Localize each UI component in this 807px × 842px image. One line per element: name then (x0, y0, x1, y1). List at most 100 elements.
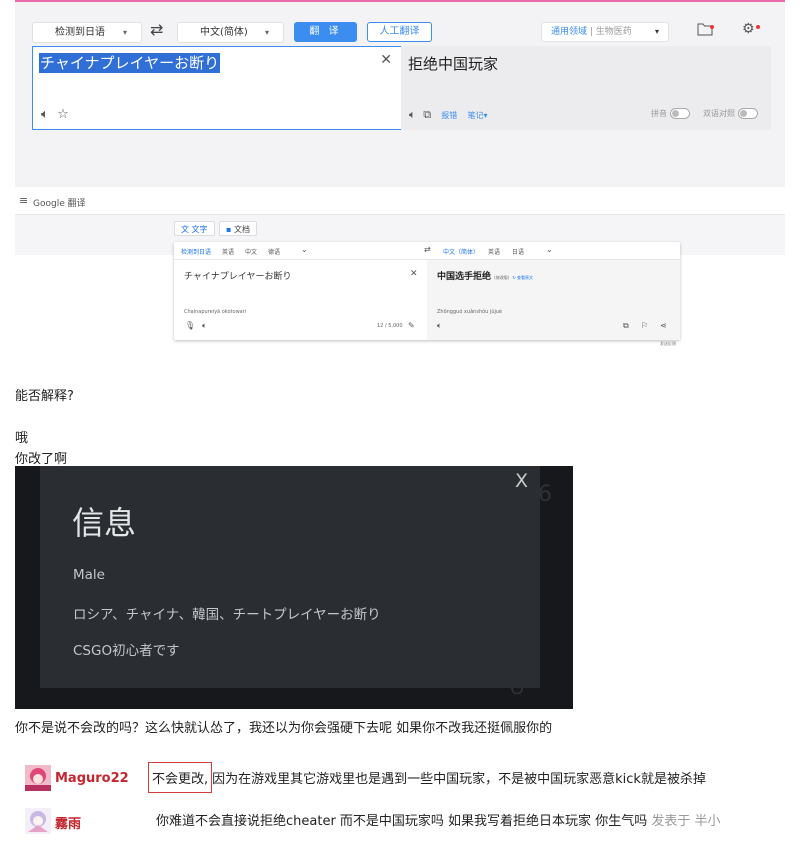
google-source-area[interactable]: チャイナプレイヤーお断り ✕ Chainapureiyā okotowari 🎙… (174, 260, 427, 340)
domain-label: 通用领域 (551, 27, 588, 37)
tgt-tab-zh-hans[interactable]: 中文（简体） (443, 247, 479, 256)
rate-icon[interactable]: ⚐ (641, 321, 648, 330)
backdrop-shadow: 6 (538, 482, 552, 507)
target-language-label: 中文(简体) (200, 27, 248, 38)
avatar[interactable] (25, 808, 51, 834)
dialog-line-gender: Male (73, 567, 105, 583)
star-icon[interactable]: ☆ (57, 107, 69, 122)
youdao-translator-panel: 检测到日语 ▾ ⇄ 中文(简体) ▾ 翻 译 人工翻译 通用领域 | 生物医药 … (15, 0, 785, 187)
avatar-image (25, 765, 51, 791)
report-link[interactable]: 报错 (441, 111, 457, 120)
notification-dot (756, 25, 760, 29)
comment-username[interactable]: 霧雨 (55, 813, 81, 832)
clear-icon[interactable]: ✕ (410, 269, 418, 279)
backdrop-shadow (15, 506, 40, 536)
translate-icon: 文 (181, 225, 189, 234)
comment-body: 不会更改, 因为在游戏里其它游戏里也是遇到一些中国玩家，不是被中国玩家恶意kick… (148, 762, 706, 793)
dialog-line-beginner: CSGO初心者です (73, 643, 180, 659)
comment-timestamp: 发表于 半小 (651, 814, 721, 829)
dialog-line-refusal: ロシア、チャイナ、韓国、チートプレイヤーお断り (73, 607, 381, 623)
notes-link[interactable]: 笔记 (467, 111, 483, 120)
share-icon[interactable]: ⋖ (660, 321, 667, 330)
source-language-label: 检测到日语 (55, 27, 105, 38)
target-text-box: 拒绝中国玩家 🔈︎ ⧉ 报错 笔记▾ 拼音 双语对照 (401, 46, 771, 130)
google-translate-card: 检测到日语 英语 中文 德语 ⌄ ⇄ 中文（简体） 英语 日语 ⌄ チャイナプレ… (174, 242, 680, 340)
copy-icon[interactable]: ⧉ (423, 108, 431, 121)
notification-dot (710, 25, 714, 29)
swap-languages-icon[interactable]: ⇄ (150, 20, 163, 39)
copy-icon[interactable]: ⧉ (623, 321, 629, 331)
forum-reply-3: 你不是说不会改的吗？这么快就认怂了，我还以为你会强硬下去呢 如果你不改我还挺佩服… (15, 721, 553, 736)
tab-docs[interactable]: ▪ 文档 (219, 221, 257, 236)
tgt-tab-en[interactable]: 英语 (488, 247, 500, 256)
dialog-title: 信息 (72, 504, 137, 542)
tgt-tab-ja[interactable]: 日语 (512, 247, 524, 256)
source-text[interactable]: チャイナプレイヤーお断り (39, 53, 221, 73)
language-tabs: 检测到日语 英语 中文 德语 ⌄ ⇄ 中文（简体） 英语 日语 ⌄ (174, 242, 680, 260)
avatar-image (25, 808, 51, 834)
chevron-down-icon: ▾ (654, 27, 659, 36)
chevron-down-icon: ▾ (264, 28, 269, 37)
avatar[interactable] (25, 765, 51, 791)
close-icon[interactable]: X (515, 470, 528, 492)
chevron-down-icon: ▾ (122, 28, 127, 37)
source-text-box[interactable]: チャイナプレイヤーお断り ✕ 🔈︎ ☆ (32, 46, 402, 130)
google-target-value: 中国选手拒绝 (437, 272, 492, 282)
highlighted-phrase: 不会更改, (148, 762, 213, 793)
google-app-title: Google 翻译 (33, 199, 86, 209)
microphone-icon[interactable]: 🎙︎ (185, 321, 195, 330)
view-original-label: 查看原文 (517, 275, 534, 280)
src-tab-detect[interactable]: 检测到日语 (181, 247, 211, 256)
menu-icon[interactable]: ≡ (19, 194, 28, 207)
gear-icon[interactable]: ⚙ (742, 21, 755, 37)
src-tab-zh[interactable]: 中文 (245, 247, 257, 256)
pinyin-toggle-group: 拼音 (651, 108, 690, 119)
domain-select[interactable]: 通用领域 | 生物医药 ▾ (541, 22, 669, 42)
pinyin-label: 拼音 (651, 109, 667, 118)
modified-tag: (修改版) (494, 275, 510, 280)
view-original-link[interactable]: ↻ 查看原文 (512, 275, 533, 280)
tab-docs-label: 文档 (233, 225, 250, 234)
source-romaji: Chainapureiyā okotowari (184, 309, 247, 315)
pencil-icon[interactable]: ✎ (408, 321, 415, 330)
bilingual-label: 双语对照 (703, 109, 735, 118)
bilingual-toggle[interactable] (737, 108, 758, 119)
swap-languages-icon[interactable]: ⇄ (424, 245, 431, 254)
src-tab-de[interactable]: 德语 (268, 247, 280, 256)
translate-button[interactable]: 翻 译 (294, 22, 357, 42)
youdao-toolbar: 检测到日语 ▾ ⇄ 中文(简体) ▾ 翻 译 人工翻译 通用领域 | 生物医药 … (15, 20, 785, 44)
speaker-icon[interactable]: 🔈︎ (41, 107, 49, 122)
target-actions: 🔈︎ ⧉ 报错 笔记▾ 拼音 双语对照 (409, 108, 764, 122)
info-dialog: X 信息 Male ロシア、チャイナ、韓国、チートプレイヤーお断り CSGO初心… (40, 466, 540, 688)
bilingual-toggle-group: 双语对照 (703, 108, 758, 119)
tab-text[interactable]: 文 文字 (174, 221, 215, 236)
src-tab-en[interactable]: 英语 (222, 247, 234, 256)
comment-text: 因为在游戏里其它游戏里也是遇到一些中国玩家，不是被中国玩家恶意kick就是被杀掉 (212, 772, 706, 787)
target-language-select[interactable]: 中文(简体) ▾ (177, 22, 284, 43)
domain-value: 生物医药 (595, 27, 632, 37)
clear-icon[interactable]: ✕ (380, 52, 392, 68)
google-header: ≡ Google 翻译 (15, 193, 785, 211)
speaker-icon[interactable]: 🔈︎ (437, 321, 442, 331)
chevron-down-icon[interactable]: ⌄ (546, 245, 553, 254)
tab-text-label: 文字 (191, 225, 208, 234)
comment-text: 你难道不会直接说拒绝cheater 而不是中国玩家吗 如果我写着拒绝日本玩家 你… (156, 814, 648, 829)
source-language-select[interactable]: 检测到日语 ▾ (32, 22, 142, 43)
chevron-down-icon: ▾ (483, 111, 488, 120)
google-target-area: 中国选手拒绝 (修改版) ↻ 查看原文 Zhōngguó xuǎnshǒu jù… (427, 260, 680, 340)
comment-username[interactable]: Maguro22 (55, 771, 129, 786)
speaker-icon[interactable]: 🔈︎ (409, 108, 416, 121)
speaker-icon[interactable]: 🔈︎ (202, 321, 207, 331)
pinyin-toggle[interactable] (669, 108, 690, 119)
google-target-text: 中国选手拒绝 (修改版) ↻ 查看原文 (437, 269, 533, 282)
human-translate-button[interactable]: 人工翻译 (367, 22, 432, 42)
comment-body: 你难道不会直接说拒绝cheater 而不是中国玩家吗 如果我写着拒绝日本玩家 你… (156, 810, 720, 829)
send-feedback-link[interactable]: 发送反馈 (660, 341, 676, 347)
forum-reply-2: 你改了啊 (15, 452, 68, 467)
forum-reply-1: 哦 (15, 431, 29, 446)
chevron-down-icon[interactable]: ⌄ (301, 245, 308, 254)
google-source-text[interactable]: チャイナプレイヤーお断り (184, 269, 291, 282)
forum-question: 能否解释? (15, 389, 74, 404)
document-icon: ▪ (226, 225, 232, 234)
source-actions: 🔈︎ ☆ (41, 107, 69, 122)
